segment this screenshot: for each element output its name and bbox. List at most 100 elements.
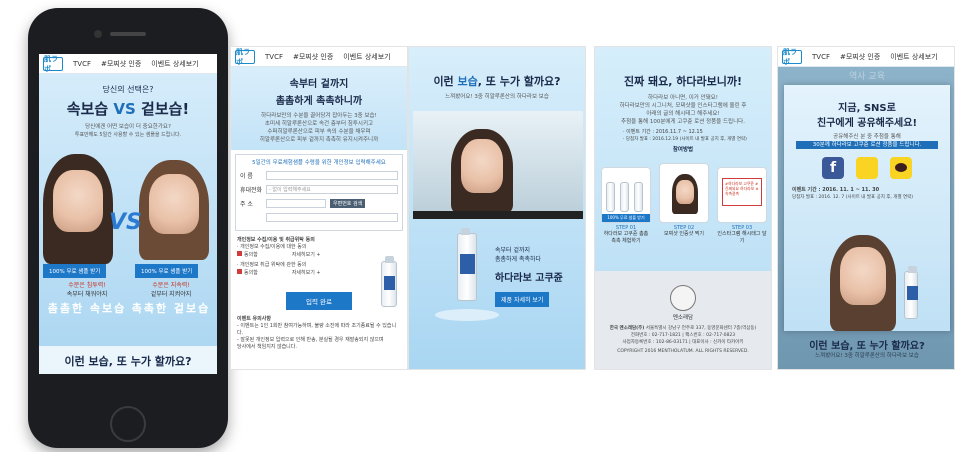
nav-event-detail[interactable]: 이벤트 상세보기 xyxy=(151,59,198,69)
zip-search-button[interactable]: 우편번호 검색 xyxy=(330,199,366,208)
agree2-row: 동의함 자세히보기 + xyxy=(237,269,401,277)
left-option[interactable]: 수분은 침투력! 속부터 채워야지 촘촘한 속보습 xyxy=(47,280,127,316)
panel2-title-b: 보습 xyxy=(457,75,478,88)
right-option[interactable]: 수분은 지속력! 겉부터 지켜야지 촉촉한 겉보습 xyxy=(131,280,211,316)
submit-button[interactable]: 입력 완료 xyxy=(286,292,352,310)
right-caption: 수분은 지속력! xyxy=(152,282,190,289)
panel1-logo[interactable]: 肌ラボ xyxy=(235,48,255,66)
panel3-footer: 멘소래담 한국 멘소래담(주) 서울특별시 강남구 언주로 337, 동영문화센… xyxy=(595,271,771,361)
share-buttons: f xyxy=(784,157,950,179)
step2-phone xyxy=(659,163,709,223)
panel1-nav-mochi[interactable]: #모찌샷 인증 xyxy=(293,52,333,62)
agree1-detail-link[interactable]: 자세히보기 + xyxy=(292,252,321,258)
video-controls[interactable] xyxy=(413,211,583,219)
panel2-copy: 속부터 겉까지 촘촘하게 촉촉하다 하다라보 고쿠쥰 제품 자세히 보기 xyxy=(495,245,563,307)
right-sample-button[interactable]: 100% 무료 샘플 받기 xyxy=(135,264,199,278)
phone-mockup: 肌ラボ TVCF #모찌샷 인증 이벤트 상세보기 당신의 선택은? 속보습 V… xyxy=(28,8,228,448)
step1-text: 하다라보 고쿠쥰 촘촘 촉촉 체험하기 xyxy=(603,231,649,244)
product-detail-button[interactable]: 제품 자세히 보기 xyxy=(495,292,550,307)
share-title1: 지금, SNS로 xyxy=(838,103,896,114)
notice-2: - 잘못된 개인정보 입력으로 인해 반송, 분실될 경우 재발송되지 않으며 xyxy=(237,337,384,343)
video-model-face xyxy=(461,139,503,193)
panel-sns-share: 肌ラボ TVCF #모찌샷 인증 이벤트 상세보기 역사 교육 지금, SNS로… xyxy=(777,46,955,370)
step1-mini-button[interactable]: 100% 무료 샘플 받기 xyxy=(602,214,650,222)
panel2-sub: 느껴봤어요! 3중 히알루론산의 하다라보 보습 xyxy=(445,94,549,100)
phone-input[interactable]: - 없이 입력해주세요 xyxy=(266,185,398,194)
panel3-winner: · 당첨자 발표 : 2016.12.19 (사이트 내 발표 공지 후, 개별… xyxy=(623,137,747,142)
panel1-desc3: 수퍼히알루론산으로 피부 속의 수분을 채우며 xyxy=(267,129,371,135)
name-label: 이 름 xyxy=(240,173,253,180)
agree1-label: 동의함 xyxy=(244,252,258,258)
company-tel: 전화번호 : 02-717-1821 xyxy=(630,333,681,338)
headline-sub2: 투표만해도 5일간 사용할 수 있는 샘플을 드립니다. xyxy=(74,132,182,138)
headline-vs: VS xyxy=(113,100,136,118)
company-addr: 서울특별시 강남구 언주로 337, 동영문화센터 7층(역삼동) xyxy=(645,326,757,331)
panel3-sub2: 하다라보만의 시그니처, 모찌샷을 인스타그램에 올린 후 xyxy=(619,103,747,109)
right-big: 촉촉한 겉보습 xyxy=(131,302,211,315)
mentholatum-logo-icon xyxy=(670,285,696,311)
agree2-checkbox[interactable] xyxy=(237,269,242,274)
form-title: 5일간의 무료체험샘플 수령을 위한 개인정보 입력해주세요 xyxy=(252,160,386,166)
panel3-sub4: 추첨을 통해 100분에게 고쿠쥰 로션 정품을 드립니다. xyxy=(621,119,745,125)
panel2-brand: 하다라보 고쿠쥰 xyxy=(495,273,563,284)
panel1-nav: 肌ラボ TVCF #모찌샷 인증 이벤트 상세보기 xyxy=(231,47,407,67)
left-caption: 수분은 침투력! xyxy=(68,282,106,289)
model-right-face xyxy=(149,174,199,234)
contact-line: 전화번호 : 02-717-1821 | 팩스번호 : 02-717-0823 xyxy=(630,333,736,338)
panel4-nav-event[interactable]: 이벤트 상세보기 xyxy=(890,52,937,62)
headline: 속보습 VS 겉보습! xyxy=(39,98,217,119)
copyright: COPYRIGHT 2016 MENTHOLATUM. ALL RIGHTS R… xyxy=(617,349,749,354)
panel4-logo[interactable]: 肌ラボ xyxy=(782,48,802,66)
panel4-nav-mochi[interactable]: #모찌샷 인증 xyxy=(840,52,880,62)
step3: STEP 03 인스타그램 해시태그 달기 xyxy=(717,225,767,245)
headline-sub: 당신에겐 어떤 보습이 더 중요한가요? xyxy=(85,124,171,130)
share-modal: 지금, SNS로 친구에게 공유해주세요! 공유해주신 분 중 추첨을 통해 3… xyxy=(784,85,950,331)
share-model-face xyxy=(840,247,886,305)
panel1-desc: 하다라보만의 수분을 끌어당겨 잡아두는 3중 보습! xyxy=(261,113,377,119)
kakaotalk-icon[interactable] xyxy=(890,157,912,179)
left-sample-button[interactable]: 100% 무료 샘플 받기 xyxy=(43,264,107,278)
panel2-caption2: 촘촘하게 촉촉하다 xyxy=(495,256,542,263)
panel3-sub3: 아래의 글의 해시태그 해주세요! xyxy=(646,111,720,117)
agree2-label: 동의함 xyxy=(244,270,258,276)
panel1-nav-event[interactable]: 이벤트 상세보기 xyxy=(343,52,390,62)
panel1-nav-tvcf[interactable]: TVCF xyxy=(265,53,283,61)
headline-a: 속보습 xyxy=(66,100,109,118)
nav-tvcf[interactable]: TVCF xyxy=(73,60,91,68)
company-biz: 사업자등록번호 : 102-86-03171 xyxy=(622,340,688,345)
left-caption2: 속부터 채워야지 xyxy=(66,291,108,298)
name-input[interactable] xyxy=(266,171,398,180)
panel4-nav-tvcf[interactable]: TVCF xyxy=(812,53,830,61)
how-to-title: 참여방법 xyxy=(672,147,694,153)
step1: STEP 01 하다라보 고쿠쥰 촘촘 촉촉 체험하기 xyxy=(601,225,651,245)
panel4-bottom: 이런 보습, 또 누가 할까요? 느껴봤어요! 3중 히알루론산의 하다라보 보… xyxy=(778,337,954,360)
kakaostory-icon[interactable] xyxy=(856,157,878,179)
share-sub1: 공유해주신 분 중 추첨을 통해 xyxy=(833,134,901,140)
video-player[interactable] xyxy=(413,111,583,219)
address-detail-input[interactable] xyxy=(266,213,398,222)
camera-lens xyxy=(94,30,102,38)
panel3-title: 진짜 돼요, 하다라보니까! xyxy=(623,75,743,88)
nav-mochi-shot[interactable]: #모찌샷 인증 xyxy=(101,59,141,69)
sample-form: 5일간의 무료체험샘플 수령을 위한 개인정보 입력해주세요 이 름 휴대전화 -… xyxy=(235,154,403,231)
panel-sample-form: 肌ラボ TVCF #모찌샷 인증 이벤트 상세보기 속부터 겉까지 촘촘하게 촉… xyxy=(230,46,408,370)
company-ceo: 대표이사 : 신카이 타카아키 xyxy=(692,340,744,345)
agree2-detail-link[interactable]: 자세히보기 + xyxy=(292,270,321,276)
product-bottle xyxy=(381,256,397,307)
company-name: 한국 멘소래담(주) xyxy=(609,326,645,331)
company-fax: 팩스번호 : 02-717-0823 xyxy=(685,333,736,338)
zip-input[interactable] xyxy=(266,199,326,208)
phone-bottom-title: 이런 보습, 또 누가 할까요? xyxy=(39,346,217,374)
step3-text: 인스타그램 해시태그 달기 xyxy=(717,231,767,244)
share-title2: 친구에게 공유해주세요! xyxy=(816,118,918,129)
vs-mark: VS xyxy=(109,210,142,235)
panel2-title: 이런 보습, 또 누가 할까요? xyxy=(409,73,585,89)
agree1-checkbox[interactable] xyxy=(237,251,242,256)
phone-content: 당신의 선택은? 속보습 VS 겉보습! 당신에겐 어떤 보습이 더 중요한가요… xyxy=(39,74,217,374)
phone-nav: 肌ラボ TVCF #모찌샷 인증 이벤트 상세보기 xyxy=(39,54,217,74)
facebook-icon[interactable]: f xyxy=(822,157,844,179)
step1-phone: 100% 무료 샘플 받기 xyxy=(601,167,651,223)
right-caption2: 겉부터 지켜야지 xyxy=(150,291,192,298)
brand-logo[interactable]: 肌ラボ xyxy=(43,55,63,73)
home-button[interactable] xyxy=(110,406,146,442)
